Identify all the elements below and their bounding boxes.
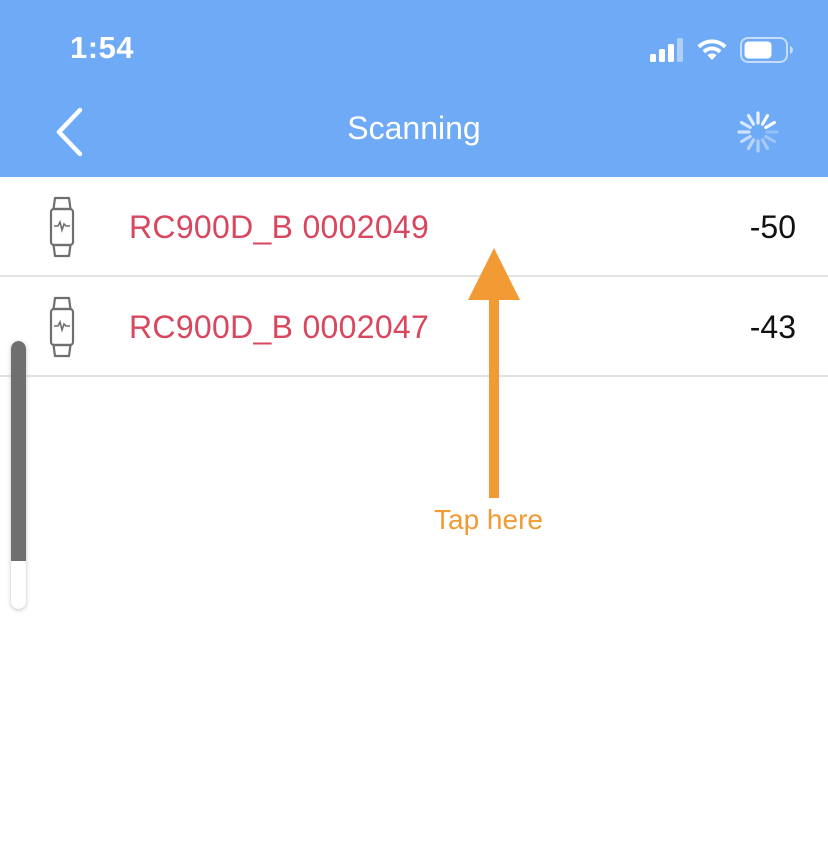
spinner-spoke	[760, 138, 770, 151]
spinner-spoke	[746, 113, 756, 126]
device-rssi: -43	[749, 309, 796, 345]
scroll-thumb[interactable]	[11, 341, 26, 561]
signal-icon	[650, 38, 683, 62]
up-arrow-icon	[468, 248, 520, 498]
spinner-spoke	[760, 113, 770, 126]
spinner-spoke	[764, 120, 777, 130]
device-rssi: -50	[749, 209, 796, 245]
scroll-indicator[interactable]	[11, 341, 26, 609]
list-item-device[interactable]: RC900D_B 0002047 -43	[0, 277, 828, 377]
wristband-icon	[49, 296, 75, 358]
device-name: RC900D_B 0002049	[129, 209, 430, 245]
wifi-icon	[697, 39, 727, 60]
list-item-device[interactable]: RC900D_B 0002049 -50	[0, 177, 828, 277]
spinner-spoke	[746, 138, 756, 151]
status-time: 1:54	[70, 30, 135, 65]
app-screen: 1:54 Scanning RC900D_B 0002049 -50 RC900…	[0, 0, 828, 845]
device-name: RC900D_B 0002047	[129, 309, 430, 345]
device-list: RC900D_B 0002049 -50 RC900D_B 0002047 -4…	[0, 177, 828, 377]
spinner-spoke	[764, 134, 777, 144]
spinner-spoke	[739, 120, 752, 130]
spinner-icon	[737, 111, 779, 153]
annotation-label: Tap here	[434, 504, 543, 535]
status-icons	[650, 36, 794, 64]
wristband-icon	[49, 196, 75, 258]
page-title: Scanning	[347, 110, 481, 146]
spinner-spoke	[739, 134, 752, 144]
battery-icon	[740, 37, 793, 63]
nav-header: 1:54 Scanning	[0, 0, 828, 177]
